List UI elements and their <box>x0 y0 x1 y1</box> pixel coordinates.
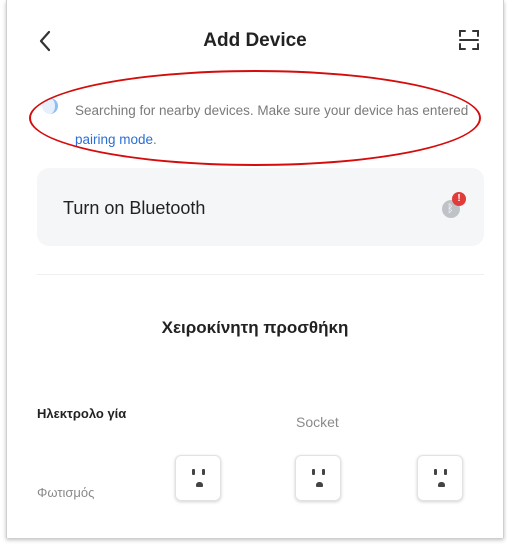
group-label-socket: Socket <box>296 414 339 430</box>
category-electrical[interactable]: Ηλεκτρολο γία <box>37 406 137 422</box>
pairing-mode-link[interactable]: pairing mode <box>75 132 153 147</box>
search-message-text: Searching for nearby devices. Make sure … <box>75 103 469 118</box>
socket-icon <box>417 455 463 501</box>
search-message-suffix: . <box>153 132 157 147</box>
turn-on-bluetooth-card[interactable]: Turn on Bluetooth ᛒ ! <box>37 168 484 246</box>
loading-spinner-icon <box>42 98 58 114</box>
bluetooth-icon: ᛒ ! <box>442 192 466 220</box>
bluetooth-label: Turn on Bluetooth <box>63 198 206 218</box>
app-screen: Add Device Searching for nearby devices.… <box>6 0 504 538</box>
category-lighting[interactable]: Φωτισμός <box>37 485 94 500</box>
search-message: Searching for nearby devices. Make sure … <box>75 96 485 154</box>
scan-icon <box>459 30 479 50</box>
socket-icon <box>175 455 221 501</box>
product-socket-2[interactable] <box>295 455 341 501</box>
alert-badge: ! <box>452 192 466 206</box>
search-status: Searching for nearby devices. Make sure … <box>41 90 471 160</box>
product-socket-1[interactable] <box>175 455 221 501</box>
product-socket-3[interactable] <box>417 455 463 501</box>
page-title: Add Device <box>203 30 307 51</box>
scan-button[interactable] <box>457 28 481 52</box>
socket-icon <box>295 455 341 501</box>
divider <box>37 274 484 275</box>
manual-add-title: Χειροκίνητη προσθήκη <box>161 318 349 337</box>
